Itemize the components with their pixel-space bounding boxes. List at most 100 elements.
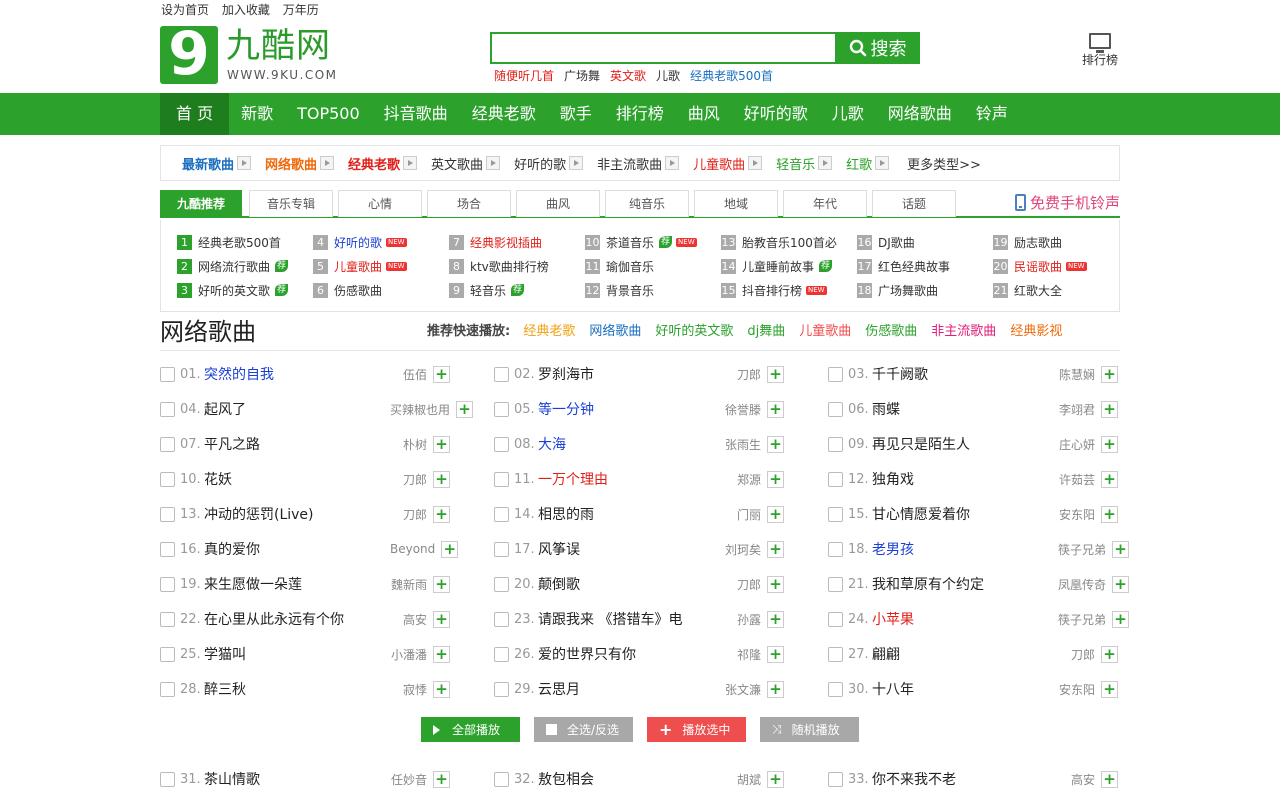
site-logo[interactable]: 9 九酷网 WWW.9KU.COM — [160, 24, 340, 86]
add-to-playlist-button[interactable]: + — [1112, 575, 1130, 593]
play-arrow-icon[interactable] — [875, 156, 890, 170]
search-input[interactable] — [490, 32, 835, 64]
song-artist[interactable]: 高安 — [1058, 771, 1095, 788]
song-checkbox[interactable] — [494, 681, 509, 697]
song-artist[interactable]: 张文濂 — [724, 681, 761, 698]
song-artist[interactable]: 寂悸 — [390, 681, 427, 698]
add-to-playlist-button[interactable]: + — [433, 470, 450, 488]
topic-link[interactable]: 2 网络流行歌曲荐 — [177, 258, 289, 274]
song-checkbox[interactable] — [494, 541, 509, 557]
add-to-playlist-button[interactable]: + — [767, 680, 784, 698]
play-arrow-icon[interactable] — [237, 156, 252, 170]
topic-link[interactable]: 15 抖音排行榜 NEW — [721, 282, 827, 298]
nav-item[interactable]: 经典老歌 — [460, 93, 548, 135]
song-artist[interactable]: 筷子兄弟 — [1058, 611, 1106, 628]
song-checkbox[interactable] — [160, 401, 175, 417]
song-checkbox[interactable] — [160, 506, 175, 522]
add-to-playlist-button[interactable]: + — [1101, 505, 1118, 523]
nav-item[interactable]: 抖音歌曲 — [372, 93, 460, 135]
category-link[interactable]: 经典老歌 — [348, 154, 418, 173]
song-title[interactable]: 大海 — [538, 434, 724, 454]
add-to-playlist-button[interactable]: + — [441, 540, 459, 558]
add-to-playlist-button[interactable]: + — [767, 400, 784, 418]
topic-link[interactable]: 21 红歌大全 — [993, 282, 1062, 298]
topic-link[interactable]: 16 DJ歌曲 — [857, 234, 915, 250]
category-link[interactable]: 非主流歌曲 — [597, 154, 680, 173]
quick-play-link[interactable]: 非主流歌曲 — [931, 324, 996, 339]
song-artist[interactable]: 刀郎 — [724, 366, 761, 383]
song-artist[interactable]: 魏新雨 — [390, 576, 427, 593]
add-to-playlist-button[interactable]: + — [767, 575, 784, 593]
song-title[interactable]: 冲动的惩罚(Live) — [204, 504, 390, 524]
song-title[interactable]: 平凡之路 — [204, 434, 390, 454]
set-homepage-link[interactable]: 设为首页 — [161, 3, 209, 17]
song-title[interactable]: 风筝误 — [538, 539, 724, 559]
song-artist[interactable]: 小潘潘 — [390, 646, 427, 663]
song-checkbox[interactable] — [494, 506, 509, 522]
hot-search-link[interactable]: 英文歌 — [610, 69, 646, 83]
song-title[interactable]: 学猫叫 — [204, 644, 390, 664]
song-checkbox[interactable] — [494, 611, 509, 627]
add-to-playlist-button[interactable]: + — [767, 610, 784, 628]
song-title[interactable]: 真的爱你 — [204, 539, 390, 559]
add-to-playlist-button[interactable]: + — [1101, 400, 1118, 418]
song-checkbox[interactable] — [160, 646, 175, 662]
song-artist[interactable]: 刀郎 — [390, 471, 427, 488]
song-checkbox[interactable] — [494, 771, 509, 787]
more-types-link[interactable]: 更多类型>> — [907, 154, 981, 173]
song-title[interactable]: 醉三秋 — [204, 679, 390, 699]
song-artist[interactable]: 刘珂矣 — [724, 541, 761, 558]
play-selected-button[interactable]: + 播放选中 — [647, 717, 746, 742]
hot-search-link[interactable]: 随便听几首 — [494, 69, 554, 83]
song-artist[interactable]: 刀郎 — [724, 576, 761, 593]
add-to-playlist-button[interactable]: + — [433, 505, 450, 523]
add-to-playlist-button[interactable]: + — [767, 540, 784, 558]
play-arrow-icon[interactable] — [569, 156, 584, 170]
song-title[interactable]: 请跟我来 《搭错车》电 — [538, 609, 724, 629]
tab[interactable]: 纯音乐 — [605, 190, 689, 217]
add-to-playlist-button[interactable]: + — [1101, 770, 1118, 788]
song-title[interactable]: 雨蝶 — [872, 399, 1058, 419]
song-checkbox[interactable] — [494, 471, 509, 487]
topic-link[interactable]: 7 经典影视插曲 — [449, 234, 542, 250]
add-to-playlist-button[interactable]: + — [1101, 645, 1118, 663]
quick-play-link[interactable]: 网络歌曲 — [589, 324, 641, 339]
nav-item[interactable]: TOP500 — [285, 93, 372, 135]
add-to-playlist-button[interactable]: + — [767, 505, 784, 523]
song-checkbox[interactable] — [494, 366, 509, 382]
song-title[interactable]: 相思的雨 — [538, 504, 724, 524]
song-artist[interactable]: 门丽 — [724, 506, 761, 523]
play-arrow-icon[interactable] — [665, 156, 680, 170]
song-checkbox[interactable] — [828, 471, 843, 487]
song-checkbox[interactable] — [828, 611, 843, 627]
song-title[interactable]: 花妖 — [204, 469, 390, 489]
hot-search-link[interactable]: 广场舞 — [564, 69, 600, 83]
tab[interactable]: 心情 — [338, 190, 422, 217]
song-checkbox[interactable] — [160, 366, 175, 382]
nav-item[interactable]: 好听的歌 — [732, 93, 820, 135]
topic-link[interactable]: 11 瑜伽音乐 — [585, 258, 654, 274]
song-title[interactable]: 突然的自我 — [204, 364, 390, 384]
add-to-playlist-button[interactable]: + — [433, 575, 450, 593]
add-to-playlist-button[interactable]: + — [767, 645, 784, 663]
nav-item[interactable]: 铃声 — [964, 93, 1020, 135]
song-title[interactable]: 来生愿做一朵莲 — [204, 574, 390, 594]
song-checkbox[interactable] — [828, 436, 843, 452]
song-title[interactable]: 小苹果 — [872, 609, 1058, 629]
song-checkbox[interactable] — [494, 646, 509, 662]
add-to-playlist-button[interactable]: + — [1101, 365, 1118, 383]
song-checkbox[interactable] — [828, 681, 843, 697]
song-title[interactable]: 翩翩 — [872, 644, 1058, 664]
category-link[interactable]: 英文歌曲 — [431, 154, 501, 173]
nav-item[interactable]: 曲风 — [676, 93, 732, 135]
song-title[interactable]: 甘心情愿爱着你 — [872, 504, 1058, 524]
song-checkbox[interactable] — [494, 401, 509, 417]
topic-link[interactable]: 6 伤感歌曲 — [313, 282, 382, 298]
tab[interactable]: 九酷推荐 — [160, 190, 242, 217]
ringtone-link[interactable]: 免费手机铃声 — [1014, 192, 1120, 213]
quick-play-link[interactable]: 经典老歌 — [523, 324, 575, 339]
topic-link[interactable]: 4 好听的歌 NEW — [313, 234, 407, 250]
song-artist[interactable]: 安东阳 — [1058, 681, 1095, 698]
song-title[interactable]: 云思月 — [538, 679, 724, 699]
song-checkbox[interactable] — [828, 771, 843, 787]
